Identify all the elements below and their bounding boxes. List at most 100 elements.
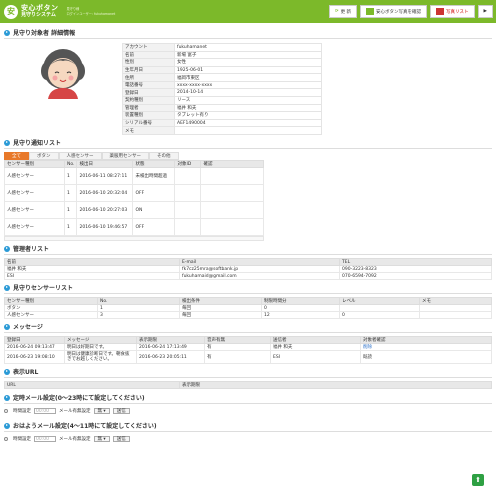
tab-all[interactable]: 全て <box>4 152 29 160</box>
section-arrow-icon <box>4 422 10 429</box>
section-title: 定時メール設定(0〜23時にて設定してください) <box>13 395 145 402</box>
cell: 1 <box>63 201 78 219</box>
cell: 2016-06-11 08:27:11 <box>76 167 134 185</box>
cell: 有 <box>204 350 271 364</box>
app-header: 安 安心ボタン 見守りシステム 見守り様 ログインユーザー: fukuhaman… <box>0 0 496 23</box>
scroll-top-button[interactable]: ⬆ <box>472 474 484 486</box>
time-input[interactable]: 00:00 <box>34 408 56 414</box>
table-row[interactable]: 2016-06-24 09:13:47 明日は好期日です。 2016-06-24 1… <box>4 343 492 351</box>
section-title: 表示URL <box>13 369 39 376</box>
section-messages: メッセージ <box>4 321 496 332</box>
field-label: 住所 <box>122 73 175 82</box>
cell: 090-3223-8323 <box>339 265 492 273</box>
logo-mark: 安 <box>4 4 18 19</box>
column-header: 表示期限 <box>136 336 205 344</box>
send-button[interactable]: 送信 <box>112 408 130 414</box>
column-header: 確認 <box>200 160 264 168</box>
logo-subtitle: 見守りシステム <box>21 11 56 18</box>
sensor-table: センサー種別 No. 検出条件 制限時間分 レベル メモ ボタン 1 毎回 0 人感センサー 3 毎… <box>4 297 492 319</box>
cell <box>419 304 492 312</box>
photo-list-button[interactable]: 写真リスト <box>430 5 475 18</box>
cell: 0 <box>339 311 420 319</box>
section-arrow-icon <box>4 245 10 252</box>
cell <box>200 201 264 219</box>
notify-table: センサー種別 No. 検出日 状態 対象ID 確認 人感センサー 1 2016-06-11 0… <box>4 160 264 236</box>
tab-button[interactable]: ボタン <box>29 152 59 160</box>
column-header: 表示期限 <box>179 381 492 389</box>
anshin-photo-button[interactable]: 安心ボタン写真を確認 <box>360 5 428 18</box>
field-value: 新場 富子 <box>174 50 322 60</box>
mail-label: メール有無設定 <box>59 437 91 442</box>
section-mail-b: おはようメール設定(4〜11時にて設定してください) <box>4 420 496 431</box>
select-value: 無 <box>97 437 103 442</box>
subject-detail: アカウント fukuhamanet 名前 新場 富子 性別 女性 生年月日 1925-0… <box>4 43 492 135</box>
field-value: リース <box>174 96 322 105</box>
camera-icon <box>366 8 375 15</box>
table-row[interactable]: 人感センサー 1 2016-06-10 20:27:03 ON <box>4 201 264 219</box>
cell: 未検出時間超過 <box>132 167 176 185</box>
cell <box>339 304 420 312</box>
table-row[interactable]: 人感センサー 1 2016-06-11 08:27:11 未検出時間超過 <box>4 167 264 185</box>
logo-title: 安心ボタン <box>21 3 59 12</box>
tab-motion-sensor[interactable]: 人感センサー <box>58 152 102 160</box>
table-row[interactable]: 人感センサー 1 2016-06-10 19:46:57 OFF <box>4 218 264 236</box>
cell: 12 <box>261 311 340 319</box>
logo[interactable]: 安 安心ボタン 見守りシステム <box>4 3 59 19</box>
cell: 1 <box>63 167 78 185</box>
subject-fields: アカウント fukuhamanet 名前 新場 富子 性別 女性 生年月日 1925-0… <box>122 43 322 135</box>
cell: fk7cz25mra@softbank.jp <box>179 265 340 273</box>
column-header: 制限時間分 <box>261 297 340 305</box>
column-header: 送信者 <box>270 336 361 344</box>
mail-b-form: 時間設定 00:00 メール有無設定 無 ▾ 送信 <box>4 436 492 442</box>
section-title: おはようメール設定(4〜11時にて設定してください) <box>13 423 157 430</box>
table-row[interactable]: ボタン 1 毎回 0 <box>4 304 492 312</box>
cell <box>174 167 202 185</box>
field-label: 電話番号 <box>122 80 175 90</box>
section-subject: 見守り対象者 詳細情報 <box>4 27 496 38</box>
radio-icon[interactable] <box>4 437 8 441</box>
column-header: 状態 <box>132 160 176 168</box>
cell: 明日は好期日です。 <box>64 343 137 351</box>
section-arrow-icon <box>4 323 10 330</box>
field-label: 名前 <box>122 50 175 60</box>
cell: 毎回 <box>179 304 262 312</box>
section-title: 管理者リスト <box>13 246 50 253</box>
column-header: 検出条件 <box>179 297 262 305</box>
admin-table: 名前 E-mail TEL 福井 和夫 fk7cz25mra@softbank.jp 0… <box>4 258 492 280</box>
table-row[interactable]: 福井 和夫 fk7cz25mra@softbank.jp 090-3223-8323 <box>4 265 492 273</box>
refresh-icon: ⟳ <box>334 9 339 14</box>
table-row[interactable]: 人感センサー 3 毎回 12 0 <box>4 311 492 319</box>
send-button[interactable]: 送信 <box>112 436 130 442</box>
cell: 2016-06-23 19:08:10 <box>4 350 65 364</box>
next-button[interactable]: ▶ <box>477 5 493 18</box>
column-header: 検出日 <box>76 160 134 168</box>
cell: 0 <box>261 304 340 312</box>
radio-icon[interactable] <box>4 409 8 413</box>
field-value: 2014-10-14 <box>174 88 322 98</box>
delete-link[interactable]: 削除 <box>360 343 492 351</box>
cell: 2016-06-10 20:27:03 <box>76 201 134 219</box>
table-row[interactable]: 人感センサー 1 2016-06-10 20:32:04 OFF <box>4 184 264 202</box>
tab-other[interactable]: その他 <box>149 152 179 160</box>
mail-select[interactable]: 無 ▾ <box>93 436 110 442</box>
field-label: メモ <box>122 126 175 135</box>
notify-tabs: 全て ボタン 人感センサー 薬服用センサー その他 <box>4 152 492 160</box>
cell: OFF <box>132 218 176 236</box>
tab-medicine-sensor[interactable]: 薬服用センサー <box>101 152 149 160</box>
cell: 人感センサー <box>4 167 65 185</box>
mail-a-form: 時間設定 00:00 メール有無設定 無 ▾ 送信 <box>4 408 492 414</box>
column-header: センサー種別 <box>4 160 65 168</box>
column-header: センサー種別 <box>4 297 98 305</box>
mail-select[interactable]: 無 ▾ <box>93 408 110 414</box>
notify-scrollbar[interactable] <box>4 236 264 241</box>
table-row[interactable]: ESI fukuhamaid@gmail.com 070-6594-7092 <box>4 272 492 280</box>
refresh-label: 更 新 <box>340 9 352 15</box>
time-input[interactable]: 00:00 <box>34 436 56 442</box>
field-value: 女性 <box>174 58 322 67</box>
refresh-button[interactable]: ⟳ 更 新 <box>328 5 358 18</box>
field-label: 登録日 <box>122 88 175 98</box>
table-row[interactable]: 2016-06-23 19:08:10 明日は健康診断日です。朝食抜きでお越しくだ… <box>4 350 492 364</box>
cell <box>174 184 202 202</box>
message-table: 登録日 メッセージ 表示期限 音声有無 送信者 対象者確認 2016-06-24 09:1… <box>4 336 492 364</box>
column-header: URL <box>4 381 180 389</box>
